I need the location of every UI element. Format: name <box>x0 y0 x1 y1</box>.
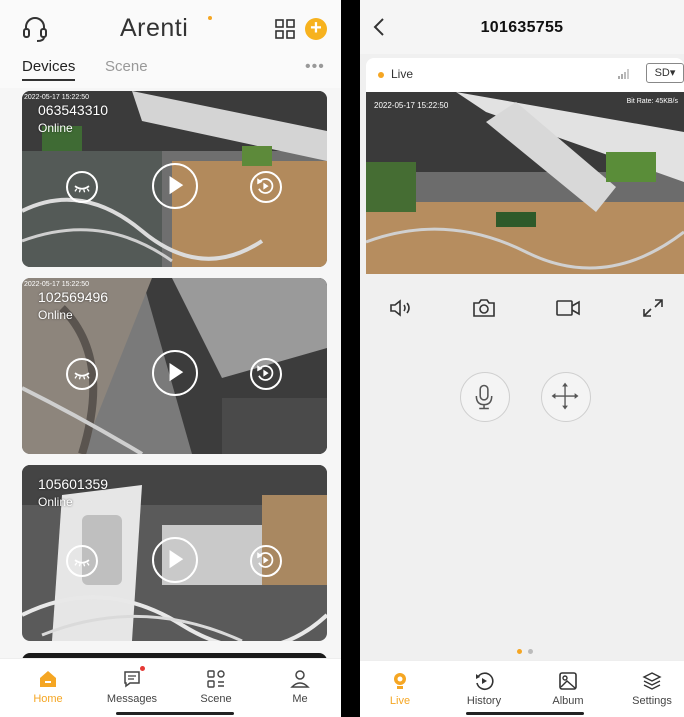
video-bitrate: Bit Rate: 45KB/s <box>626 98 678 105</box>
camera-status: Online <box>38 308 73 322</box>
play-button[interactable] <box>152 350 198 396</box>
settings-icon <box>642 672 662 690</box>
fullscreen-icon[interactable] <box>640 296 666 320</box>
playback-button[interactable] <box>250 171 282 203</box>
bottom-nav: Home Messages Scene Me <box>0 658 341 717</box>
camera-id: 102569496 <box>38 289 109 305</box>
brand-dot <box>208 16 212 20</box>
grid-icon[interactable] <box>275 19 295 39</box>
talk-button[interactable] <box>460 372 510 422</box>
ptz-button[interactable] <box>541 372 591 422</box>
playback-button[interactable] <box>250 358 282 390</box>
home-icon <box>40 671 56 687</box>
replay-icon <box>257 552 274 568</box>
live-indicator <box>378 72 384 78</box>
nav-home-label: Home <box>33 693 63 705</box>
live-label: Live <box>391 67 414 81</box>
live-icon <box>394 673 406 689</box>
privacy-button[interactable] <box>66 358 98 390</box>
user-icon <box>290 670 310 688</box>
nav-history-label: History <box>466 695 502 707</box>
replay-icon <box>257 178 274 194</box>
camera-status: Online <box>38 121 73 135</box>
message-icon <box>124 671 140 688</box>
camera-card[interactable]: 2022-05-17 15:22:50 063543310 Online <box>22 91 327 267</box>
live-header: 101635755 <box>360 0 684 54</box>
nav-settings-label: Settings <box>632 695 672 707</box>
eye-closed-icon <box>74 559 90 567</box>
live-view-screen: 101635755 Live SD▾ 2022-05-17 15:22:50 B… <box>360 0 684 717</box>
move-icon <box>551 382 579 410</box>
headset-icon[interactable] <box>22 15 48 43</box>
privacy-button[interactable] <box>66 545 98 577</box>
play-icon <box>169 175 184 195</box>
camera-status: Online <box>38 495 73 509</box>
play-button[interactable] <box>152 537 198 583</box>
app-header: Arenti + Devices Scene ••• <box>0 0 341 88</box>
play-button[interactable] <box>152 163 198 209</box>
play-icon <box>169 549 184 569</box>
nav-live-label: Live <box>389 695 411 707</box>
eye-closed-icon <box>74 185 90 193</box>
microphone-icon <box>475 384 493 410</box>
video-timestamp: 2022-05-17 15:22:50 <box>374 101 449 110</box>
nav-me[interactable]: Me <box>270 669 330 705</box>
camera-card[interactable]: 105601359 Online <box>22 465 327 641</box>
nav-settings[interactable]: Settings <box>622 671 682 707</box>
camera-id: 105601359 <box>38 476 109 492</box>
add-device-button[interactable]: + <box>305 18 327 40</box>
privacy-button[interactable] <box>66 171 98 203</box>
pager-dot-active <box>517 649 522 654</box>
replay-icon <box>257 365 274 381</box>
bottom-nav: Live History Album Settings <box>360 660 684 717</box>
home-indicator <box>466 712 584 715</box>
brand-logo: Arenti <box>120 14 189 42</box>
scene-icon <box>207 670 225 688</box>
camera-timestamp: 2022-05-17 15:22:50 <box>24 281 89 288</box>
camera-id: 063543310 <box>38 102 109 118</box>
device-list-screen: Arenti + Devices Scene ••• 2022-05-17 15… <box>0 0 341 717</box>
album-icon <box>559 672 577 690</box>
nav-album[interactable]: Album <box>538 671 598 707</box>
live-status-bar: Live SD▾ <box>366 58 684 92</box>
tab-scene[interactable]: Scene <box>105 58 148 75</box>
quality-select[interactable]: SD▾ <box>646 63 684 83</box>
home-indicator <box>116 712 234 715</box>
more-menu-button[interactable]: ••• <box>305 58 325 76</box>
pager-dot <box>528 649 533 654</box>
video-record-icon[interactable] <box>555 296 581 320</box>
camera-icon[interactable] <box>471 296 497 320</box>
nav-scene-label: Scene <box>200 693 232 705</box>
camera-card[interactable]: 2022-05-17 15:22:50 102569496 Online <box>22 278 327 454</box>
nav-history[interactable]: History <box>454 671 514 707</box>
video-frame <box>366 92 684 274</box>
signal-icon <box>618 69 629 79</box>
unread-badge <box>140 666 145 671</box>
camera-timestamp: 2022-05-17 15:22:50 <box>24 94 89 101</box>
history-icon <box>476 672 494 690</box>
page-title: 101635755 <box>480 19 564 36</box>
nav-live[interactable]: Live <box>370 671 430 707</box>
eye-closed-icon <box>74 372 90 380</box>
playback-button[interactable] <box>250 545 282 577</box>
play-icon <box>169 362 184 382</box>
nav-me-label: Me <box>292 693 308 705</box>
live-video[interactable]: 2022-05-17 15:22:50 Bit Rate: 45KB/s <box>366 92 684 274</box>
nav-album-label: Album <box>552 695 584 707</box>
nav-messages[interactable]: Messages <box>102 666 162 705</box>
nav-messages-label: Messages <box>106 693 158 705</box>
nav-home[interactable]: Home <box>18 669 78 705</box>
speaker-icon[interactable] <box>388 296 414 320</box>
nav-scene[interactable]: Scene <box>186 669 246 705</box>
tab-devices[interactable]: Devices <box>22 58 76 81</box>
